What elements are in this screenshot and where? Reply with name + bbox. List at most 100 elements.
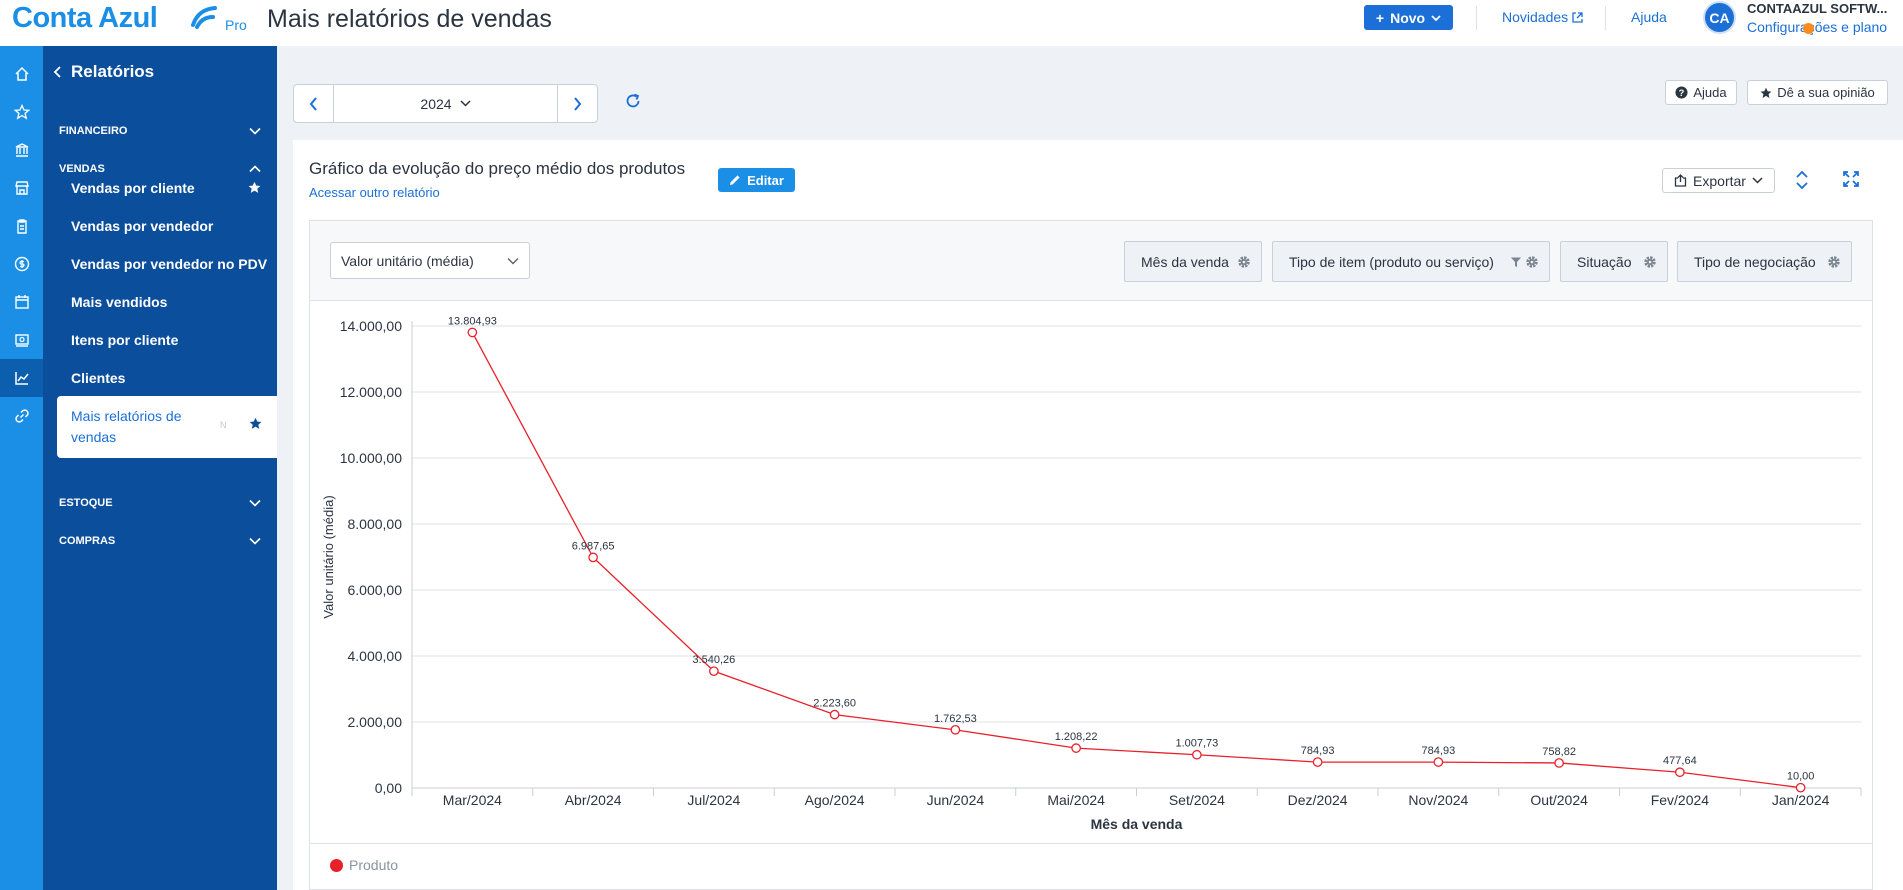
submenu-item-label: Clientes xyxy=(71,370,126,386)
data-label: 784,93 xyxy=(1301,745,1335,757)
submenu-item-vendas-por-vendedor-pdv[interactable]: Vendas por vendedor no PDV xyxy=(71,256,277,272)
previous-year-button[interactable] xyxy=(294,85,334,122)
submenu-item-itens-por-cliente[interactable]: Itens por cliente xyxy=(71,332,277,348)
rail-cash[interactable] xyxy=(0,321,43,359)
filter-mes-da-venda[interactable]: Mês da venda xyxy=(1124,241,1262,282)
submenu-header[interactable]: Relatórios xyxy=(53,62,154,82)
chevron-left-icon xyxy=(53,66,61,78)
rail-favorites[interactable] xyxy=(0,93,43,131)
year-select[interactable]: 2024 xyxy=(334,85,557,122)
submenu-item-clientes[interactable]: Clientes xyxy=(71,370,277,386)
section-label: FINANCEIRO xyxy=(59,125,128,137)
section-label: COMPRAS xyxy=(59,535,116,547)
star-filled-icon[interactable] xyxy=(248,181,261,194)
avatar[interactable]: CA xyxy=(1703,1,1736,34)
chevron-right-icon xyxy=(574,96,582,111)
gear-icon[interactable] xyxy=(1827,255,1841,269)
gear-icon[interactable] xyxy=(1643,255,1657,269)
filter-tipo-de-item[interactable]: Tipo de item (produto ou serviço) xyxy=(1272,241,1550,282)
chart-container: Valor unitário (média) Mês da venda Tipo… xyxy=(309,220,1873,890)
submenu-title: Relatórios xyxy=(71,62,155,81)
data-label: 1.007,73 xyxy=(1175,738,1218,750)
x-tick-label: Jan/2024 xyxy=(1772,792,1830,808)
gear-icon[interactable] xyxy=(1237,255,1251,269)
filter-situacao[interactable]: Situação xyxy=(1560,241,1668,282)
filter-label: Situação xyxy=(1577,253,1632,270)
fullscreen-icon[interactable] xyxy=(1843,171,1859,187)
other-report-link[interactable]: Acessar outro relatório xyxy=(309,185,440,200)
y-tick-label: 2.000,00 xyxy=(348,714,403,730)
collapse-icon[interactable] xyxy=(1795,170,1809,190)
chevron-down-icon xyxy=(1431,14,1441,21)
rail-integrations[interactable] xyxy=(0,397,43,435)
section-compras[interactable]: COMPRAS xyxy=(43,522,277,560)
novo-button[interactable]: + Novo xyxy=(1364,5,1453,30)
export-button[interactable]: Exportar xyxy=(1662,168,1775,193)
series-line xyxy=(471,332,1801,789)
ajuda-button-label: Ajuda xyxy=(1693,85,1727,100)
edit-button[interactable]: Editar xyxy=(718,168,795,192)
ajuda-link[interactable]: Ajuda xyxy=(1631,9,1667,25)
star-filled-icon[interactable] xyxy=(249,417,262,430)
y-tick-label: 12.000,00 xyxy=(340,384,402,400)
y-tick-label: 14.000,00 xyxy=(340,318,402,334)
metric-select[interactable]: Valor unitário (média) xyxy=(330,242,530,279)
y-tick-label: 6.000,00 xyxy=(348,582,403,598)
x-tick-label: Mai/2024 xyxy=(1047,792,1105,808)
logo-swoosh-icon xyxy=(191,6,217,29)
filter-tipo-de-negociacao[interactable]: Tipo de negociação xyxy=(1677,241,1852,282)
rail-home[interactable] xyxy=(0,55,43,93)
x-tick-label: Dez/2024 xyxy=(1288,792,1348,808)
link-icon xyxy=(14,409,29,423)
data-point xyxy=(1675,767,1685,778)
data-point xyxy=(1192,749,1202,760)
novidades-label: Novidades xyxy=(1502,9,1569,25)
data-point xyxy=(1433,757,1444,767)
opiniao-button[interactable]: Dê a sua opinião xyxy=(1747,80,1888,105)
chart-legend[interactable]: Produto xyxy=(330,857,398,873)
rail-bank[interactable] xyxy=(0,131,43,169)
rail-reports[interactable] xyxy=(0,359,43,397)
chevron-down-icon xyxy=(249,537,261,545)
filter-label: Tipo de item (produto ou serviço) xyxy=(1289,253,1494,270)
top-bar: Conta Azul Pro Mais relatórios de vendas… xyxy=(0,0,1903,46)
calendar-dollar-icon xyxy=(14,295,29,309)
x-tick-label: Ago/2024 xyxy=(805,792,865,808)
page-title: Mais relatórios de vendas xyxy=(267,5,552,33)
rail-dollar[interactable] xyxy=(0,245,43,283)
data-point xyxy=(829,709,840,720)
legend-swatch xyxy=(330,858,343,872)
y-axis-title: Valor unitário (média) xyxy=(321,495,336,618)
ajuda-button[interactable]: ? Ajuda xyxy=(1665,80,1737,105)
x-axis-title: Mês da venda xyxy=(1091,816,1183,832)
submenu-item-vendas-por-vendedor[interactable]: Vendas por vendedor xyxy=(71,218,277,234)
rail-clipboard[interactable] xyxy=(0,207,43,245)
x-tick-label: Jul/2024 xyxy=(687,792,740,808)
gear-icon[interactable] xyxy=(1525,255,1539,269)
data-label: 13.804,93 xyxy=(448,315,497,327)
submenu-item-vendas-por-cliente[interactable]: Vendas por cliente xyxy=(71,180,277,196)
section-estoque[interactable]: ESTOQUE xyxy=(43,484,277,522)
external-link-icon xyxy=(1572,11,1583,23)
refresh-icon[interactable] xyxy=(624,92,642,110)
opiniao-button-label: Dê a sua opinião xyxy=(1777,85,1875,100)
rail-store[interactable] xyxy=(0,169,43,207)
cash-icon xyxy=(14,334,29,347)
legend-label: Produto xyxy=(349,857,399,873)
reports-submenu: Relatórios FINANCEIRO VENDAS Vendas por … xyxy=(43,46,277,890)
config-link[interactable]: Configurações e plano xyxy=(1747,19,1887,35)
data-label: 10,00 xyxy=(1787,771,1815,783)
novidades-link[interactable]: Novidades xyxy=(1502,9,1583,25)
section-financeiro[interactable]: FINANCEIRO xyxy=(43,112,277,150)
filter-label: Mês da venda xyxy=(1141,253,1229,270)
submenu-item-mais-vendidos[interactable]: Mais vendidos xyxy=(71,294,277,310)
rail-calendar[interactable] xyxy=(0,283,43,321)
chart-line-icon xyxy=(14,372,29,385)
next-year-button[interactable] xyxy=(557,85,597,122)
submenu-item-mais-relatorios[interactable]: Mais relatórios de vendas N xyxy=(57,396,277,458)
data-label: 758,82 xyxy=(1542,746,1576,758)
submenu-item-label: Vendas por vendedor xyxy=(71,218,214,234)
store-icon xyxy=(14,181,29,195)
logo-pro-badge: Pro xyxy=(225,17,247,33)
logo[interactable]: Conta Azul xyxy=(12,2,158,35)
